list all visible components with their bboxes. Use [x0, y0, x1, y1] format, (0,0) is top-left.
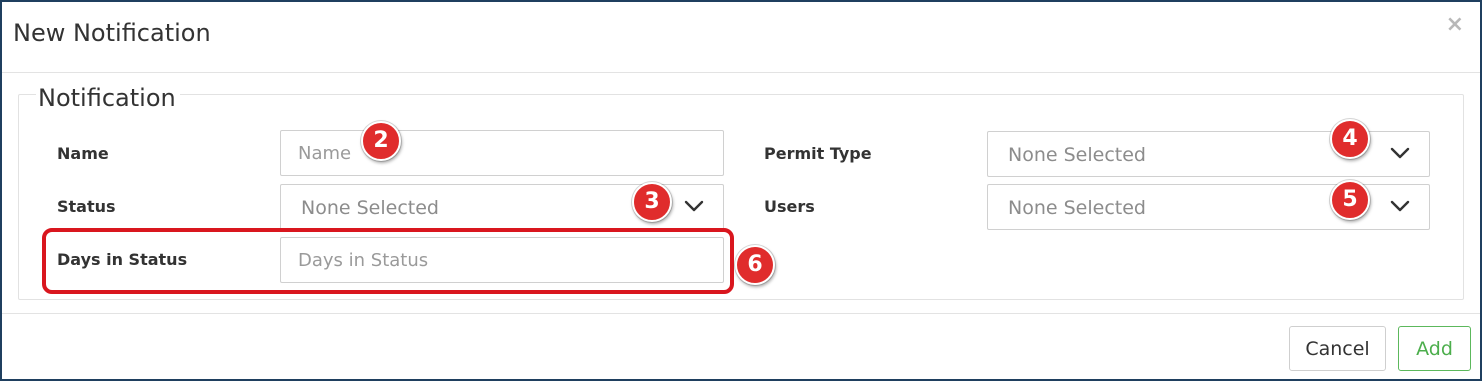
users-label: Users [764, 197, 815, 216]
status-selected-value: None Selected [301, 197, 439, 219]
days-in-status-highlight [42, 228, 734, 294]
dialog-title: New Notification [13, 19, 211, 47]
chevron-down-icon [684, 200, 704, 212]
users-selected-value: None Selected [1008, 197, 1146, 219]
footer-divider [2, 313, 1480, 314]
callout-badge-permit-type: 4 [1330, 119, 1370, 159]
close-icon[interactable]: × [1446, 12, 1464, 38]
permit-type-label: Permit Type [764, 144, 872, 163]
callout-badge-users: 5 [1330, 180, 1370, 220]
callout-badge-name: 2 [361, 121, 401, 161]
chevron-down-icon [1390, 147, 1410, 159]
name-input[interactable] [280, 130, 724, 176]
chevron-down-icon [1390, 200, 1410, 212]
callout-badge-status: 3 [632, 182, 672, 222]
callout-badge-days-in-status: 6 [735, 245, 775, 285]
dialog-header: New Notification × [2, 2, 1480, 73]
new-notification-dialog: New Notification × Notification Name Sta… [0, 0, 1482, 381]
add-button[interactable]: Add [1398, 326, 1471, 371]
fieldset-legend: Notification [36, 84, 180, 112]
status-label: Status [57, 197, 116, 216]
name-label: Name [57, 144, 109, 163]
permit-type-selected-value: None Selected [1008, 144, 1146, 166]
cancel-button[interactable]: Cancel [1289, 326, 1386, 371]
